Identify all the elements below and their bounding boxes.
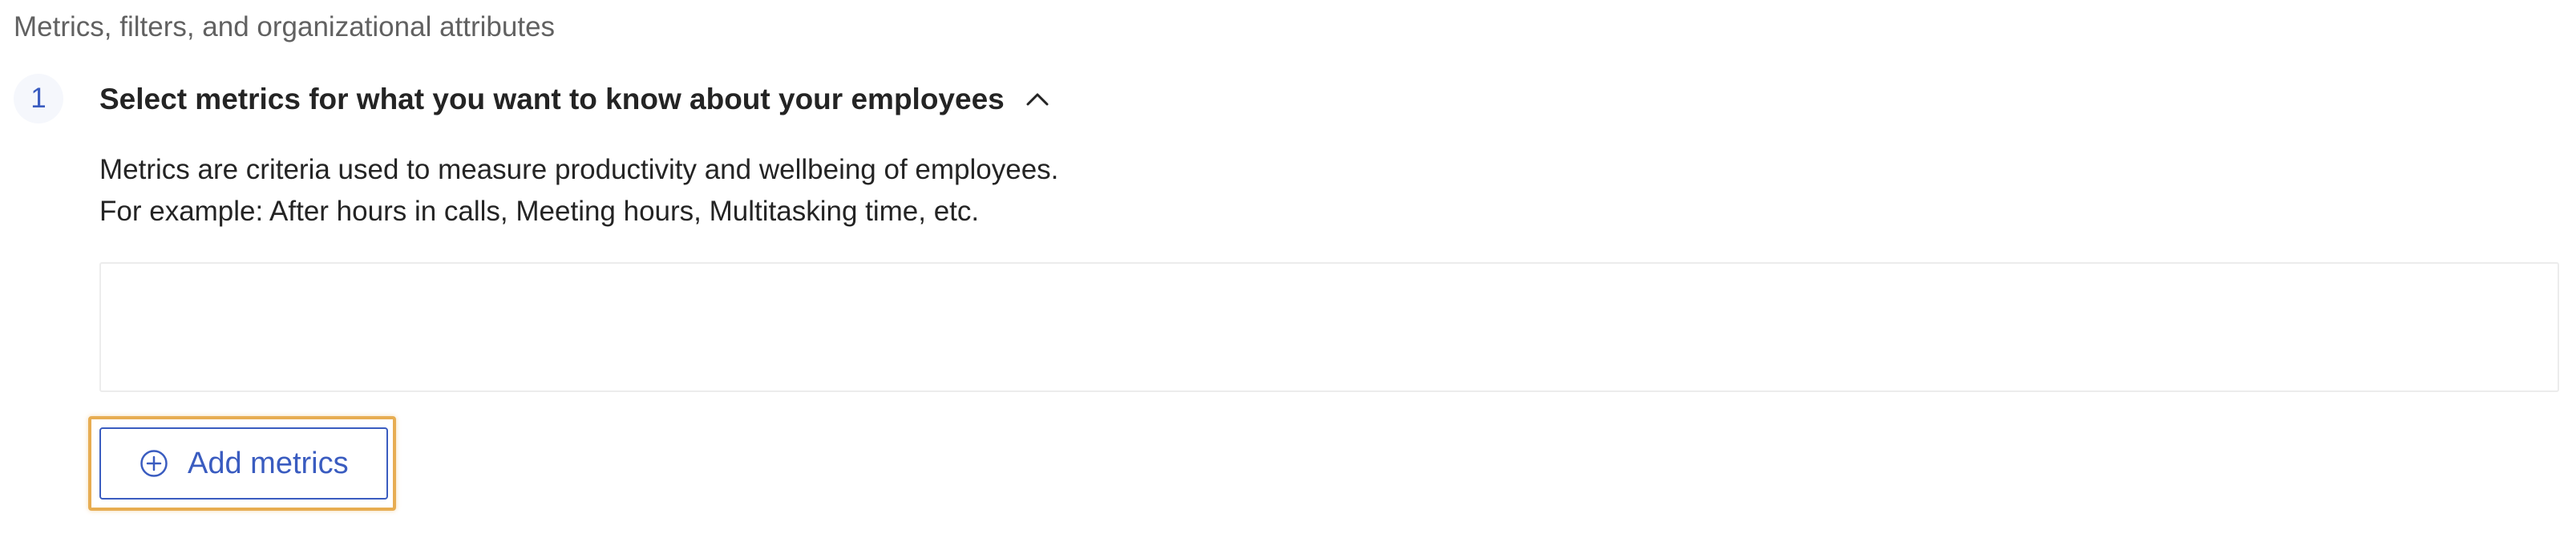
chevron-up-icon[interactable]	[1025, 87, 1049, 111]
step-description: Metrics are criteria used to measure pro…	[99, 149, 1058, 233]
step-number-badge: 1	[14, 74, 63, 123]
description-line-2: For example: After hours in calls, Meeti…	[99, 196, 980, 227]
add-metrics-label: Add metrics	[188, 447, 349, 480]
description-line-1: Metrics are criteria used to measure pro…	[99, 154, 1059, 185]
add-metrics-button[interactable]: Add metrics	[99, 427, 388, 500]
step-title: Select metrics for what you want to know…	[99, 83, 1005, 115]
selected-metrics-area	[99, 262, 2559, 392]
step-header[interactable]: Select metrics for what you want to know…	[99, 80, 1049, 119]
plus-circle-icon	[140, 449, 168, 478]
section-label: Metrics, filters, and organizational att…	[14, 11, 556, 42]
